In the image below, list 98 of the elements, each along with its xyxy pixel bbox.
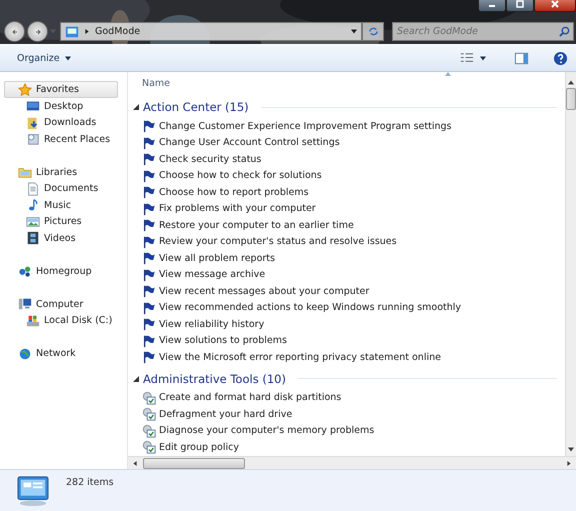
help-icon[interactable] [553, 50, 568, 66]
flag-icon [142, 300, 156, 315]
sidebar-item[interactable]: Documents [0, 180, 127, 197]
sidebar-item[interactable]: Homegroup [0, 263, 127, 280]
local-disk-icon [26, 314, 40, 328]
flag-icon [142, 234, 156, 249]
flag-icon [142, 268, 156, 282]
list-item[interactable]: Choose how to check for solutions [159, 170, 322, 182]
list-item[interactable]: Edit group policy [159, 442, 239, 453]
sort-arrow-icon [445, 72, 451, 76]
admin-tools-icon [142, 424, 156, 438]
flag-icon [142, 284, 156, 298]
close-icon [550, 0, 560, 9]
group-header[interactable]: Administrative Tools (10) [143, 372, 286, 386]
sidebar-item[interactable]: Videos [0, 230, 127, 246]
list-item[interactable]: View the Microsoft error reporting privacy statement online [159, 352, 441, 363]
list-item[interactable]: Check security status [159, 154, 262, 165]
music-note-icon [26, 198, 40, 212]
picture-icon [26, 214, 40, 229]
item-count: 282 items [66, 477, 114, 488]
collapse-arrow-icon[interactable] [133, 104, 139, 110]
list-item[interactable]: View recommended actions to keep Windows running smoothly [159, 302, 462, 314]
homegroup-icon [18, 264, 32, 278]
list-item[interactable]: View message archive [159, 269, 266, 280]
flag-icon [142, 168, 156, 183]
list-item[interactable]: View recent messages about your computer [159, 286, 370, 297]
flag-icon [142, 152, 156, 166]
flag-icon [142, 136, 156, 150]
list-item[interactable]: Restore your computer to an earlier time [159, 220, 354, 231]
vertical-scrollbar[interactable] [565, 72, 576, 456]
sidebar-item[interactable]: Computer [0, 296, 127, 312]
caret-icon [64, 56, 71, 60]
list-item[interactable]: Review your computer's status and resolve issues [159, 236, 397, 248]
refresh-icon [368, 26, 378, 37]
list-item[interactable]: Diagnose your computer's memory problems [159, 425, 374, 436]
admin-tools-icon [142, 407, 156, 422]
scroll-right-arrow-icon[interactable] [566, 460, 572, 466]
sidebar-item[interactable]: Desktop [0, 98, 127, 114]
address-bar[interactable]: GodMode [60, 22, 362, 41]
flag-icon [142, 350, 156, 364]
group-header[interactable]: Action Center (15) [143, 100, 249, 114]
sidebar-item[interactable]: Pictures [0, 214, 127, 230]
refresh-button[interactable] [362, 22, 384, 41]
search-input[interactable]: Search GodMode [393, 26, 559, 37]
breadcrumb-arrow-icon [84, 29, 90, 34]
flag-icon [142, 251, 156, 266]
name-column-header[interactable]: Name [133, 72, 565, 94]
list-item[interactable]: Change Customer Experience Improvement Program settings [159, 120, 452, 132]
horizontal-scrollbar[interactable] [128, 456, 576, 469]
list-item[interactable]: Choose how to report problems [159, 186, 309, 198]
desktop-icon [26, 99, 40, 114]
admin-tools-icon [142, 440, 156, 454]
close-button[interactable] [534, 0, 576, 12]
back-arrow-icon [10, 26, 20, 36]
flag-icon [142, 317, 156, 332]
list-item[interactable]: View reliability history [159, 318, 264, 330]
flag-icon [142, 202, 156, 216]
film-icon [26, 231, 40, 246]
maximize-button[interactable] [506, 0, 534, 12]
maximize-icon [515, 0, 525, 9]
collapse-arrow-icon[interactable] [133, 376, 139, 382]
scrollbar-thumb[interactable] [566, 88, 576, 110]
admin-tools-icon [142, 390, 156, 405]
sidebar-item[interactable]: Favorites [4, 81, 118, 98]
flag-icon [142, 218, 156, 232]
control-panel-icon [65, 24, 79, 38]
download-folder-icon [26, 116, 40, 130]
sidebar-item[interactable]: Recent Places [0, 131, 127, 148]
list-item[interactable]: View all problem reports [159, 252, 275, 264]
caret-icon[interactable] [480, 56, 486, 60]
network-globe-icon [18, 346, 32, 361]
organize-button[interactable]: Organize [14, 50, 74, 66]
sidebar-item[interactable]: Music [0, 197, 127, 214]
library-folder-icon [18, 165, 32, 180]
recent-places-icon [26, 132, 40, 146]
list-item[interactable]: Defragment your hard drive [159, 408, 292, 420]
search-field[interactable]: Search GodMode [392, 22, 574, 41]
scroll-left-arrow-icon[interactable] [132, 460, 138, 466]
sidebar-item[interactable]: Local Disk (C:) [0, 312, 127, 329]
star-icon [18, 82, 32, 96]
scrollbar-thumb[interactable] [143, 458, 245, 468]
list-item[interactable]: Change User Account Control settings [159, 137, 340, 148]
computer-icon [18, 297, 32, 312]
document-icon [26, 182, 40, 196]
flag-icon [142, 185, 156, 200]
minimize-button[interactable] [478, 0, 506, 12]
flag-icon [142, 334, 156, 348]
search-icon[interactable] [559, 26, 570, 37]
sidebar-item[interactable]: Downloads [0, 114, 127, 131]
list-item[interactable]: Create and format hard disk partitions [159, 392, 342, 404]
list-item[interactable]: View solutions to problems [159, 335, 287, 346]
list-item[interactable]: Fix problems with your computer [159, 203, 316, 214]
preview-pane-icon[interactable] [514, 50, 529, 66]
sidebar-item[interactable]: Network [0, 346, 127, 362]
scroll-down-arrow-icon[interactable] [568, 447, 574, 452]
scroll-up-arrow-icon[interactable] [568, 80, 574, 85]
flag-icon [142, 119, 156, 134]
sidebar-item[interactable]: Libraries [0, 164, 127, 180]
